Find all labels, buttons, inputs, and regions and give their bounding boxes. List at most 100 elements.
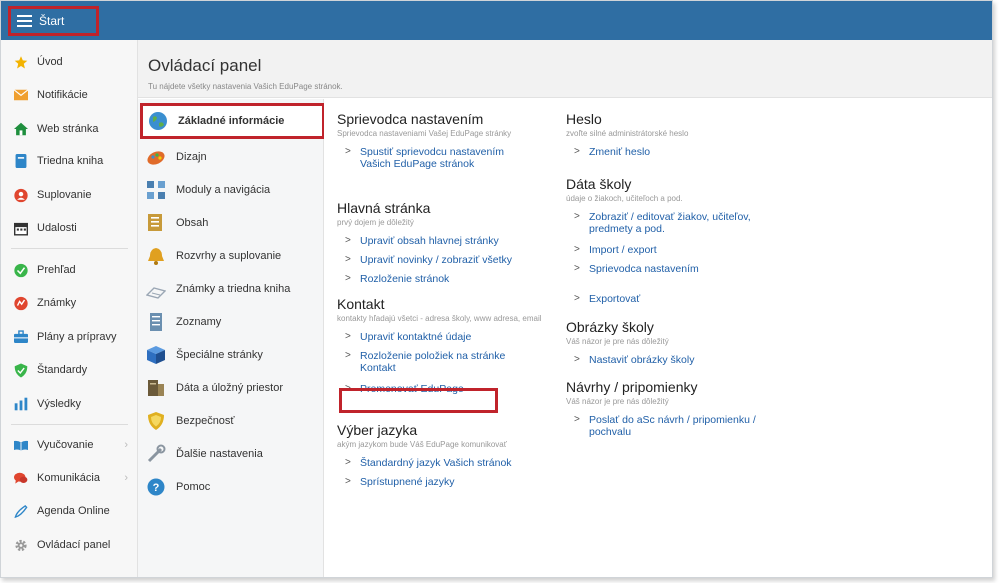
category-znamky-a-triedna-kniha[interactable]: Známky a triedna kniha: [141, 273, 323, 305]
section-description: kontakty hľadajú všetci - adresa školy, …: [337, 314, 542, 323]
category-zoznamy[interactable]: Zoznamy: [141, 306, 323, 338]
category-zakladne-informacie[interactable]: Základné informácie: [140, 103, 325, 139]
chevron-right-icon: >: [345, 146, 351, 157]
hamburger-icon: [17, 15, 32, 27]
content-icon: [146, 213, 166, 233]
chevron-right-icon: >: [345, 331, 351, 342]
sidebar-item-suplovanie[interactable]: Suplovanie: [1, 180, 137, 210]
category-moduly-a-navigacia[interactable]: Moduly a navigácia: [141, 174, 323, 206]
chevron-right-icon: >: [574, 211, 580, 222]
page-subtitle: Tu nájdete všetky nastavenia Vašich EduP…: [148, 82, 343, 91]
chevron-right-icon: ›: [124, 472, 128, 484]
section-description: prvý dojem je dôležitý: [337, 218, 414, 227]
sidebar-item-vysledky[interactable]: Výsledky: [1, 389, 137, 419]
link-import-export[interactable]: > Import / export: [566, 244, 781, 256]
section-navrhy-pripomienky: Návrhy / pripomienky Váš názor je pre ná…: [566, 379, 791, 438]
bar-chart-icon: [14, 397, 28, 411]
sidebar-item-triedna-kniha[interactable]: Triedna kniha: [1, 146, 137, 176]
list-icon: [146, 312, 166, 332]
envelope-icon: [14, 88, 28, 102]
tools-icon: [146, 444, 166, 464]
sidebar-item-agenda-online[interactable]: Agenda Online: [1, 496, 137, 526]
notebook-icon: [145, 279, 167, 299]
sidebar-item-udalosti[interactable]: Udalosti: [1, 213, 137, 243]
link-upravit-obsah[interactable]: > Upraviť obsah hlavnej stránky: [337, 235, 547, 247]
link-spustit-sprievodcu[interactable]: > Spustiť sprievodcu nastavením Vašich Ed…: [337, 146, 537, 170]
section-title: Dáta školy: [566, 176, 632, 192]
section-title: Sprievodca nastavením: [337, 111, 484, 127]
link-nastavit-obrazky[interactable]: > Nastaviť obrázky školy: [566, 354, 796, 366]
category-rozvrhy-a-suplovanie[interactable]: Rozvrhy a suplovanie: [141, 240, 323, 272]
sidebar-item-znamky[interactable]: Známky: [1, 288, 137, 318]
link-spristupnene-jazyky[interactable]: > Sprístupnené jazyky: [337, 476, 542, 488]
chevron-right-icon: >: [345, 350, 351, 361]
sidebar-item-notifikacie[interactable]: Notifikácie: [1, 80, 137, 110]
open-book-icon: [14, 438, 28, 452]
start-menu-button[interactable]: Štart: [8, 6, 99, 36]
sidebar-item-web-stranka[interactable]: Web stránka: [1, 114, 137, 144]
section-heslo: Heslo zvoľte silné administrátorské hesl…: [566, 111, 796, 158]
sidebar-item-uvod[interactable]: Úvod: [1, 47, 137, 77]
chevron-right-icon: >: [345, 273, 351, 284]
chat-icon: [14, 471, 28, 485]
calendar-icon: [14, 221, 28, 235]
section-description: Sprievodca nastaveniami Vašej EduPage st…: [337, 129, 512, 138]
gear-icon: [14, 538, 28, 552]
section-vyber-jazyka: Výber jazyka akým jazykom bude Váš EduPa…: [337, 422, 542, 488]
help-icon: ?: [146, 477, 166, 497]
category-bezpecnost[interactable]: Bezpečnosť: [141, 405, 323, 437]
modules-icon: [146, 180, 166, 200]
star-icon: [14, 55, 28, 69]
section-description: zvoľte silné administrátorské heslo: [566, 129, 689, 138]
book-icon: [14, 154, 28, 168]
pen-icon: [14, 504, 28, 518]
link-zobrazit-editovat[interactable]: > Zobraziť / editovať žiakov, učiteľov, p…: [566, 211, 781, 235]
start-label: Štart: [39, 14, 65, 28]
sidebar-item-plany-a-pripravy[interactable]: Plány a prípravy: [1, 322, 137, 352]
link-upravit-novinky[interactable]: > Upraviť novinky / zobraziť všetky: [337, 254, 547, 266]
link-rozlozenie-poloziek[interactable]: > Rozloženie položiek na stránke Kontakt: [337, 350, 542, 374]
sidebar-item-komunikacia[interactable]: Komunikácia ›: [1, 463, 137, 493]
link-sprievodca-nastavenim[interactable]: > Sprievodca nastavením: [566, 263, 781, 275]
chevron-right-icon: >: [345, 235, 351, 246]
app-window: Štart Úvod Notifikácie Web stránka Tried…: [0, 0, 993, 578]
chevron-right-icon: >: [574, 354, 580, 365]
sidebar-item-prehlad[interactable]: Prehľad: [1, 255, 137, 285]
link-rozlozenie-stranok[interactable]: > Rozloženie stránok: [337, 273, 547, 285]
globe-icon: [148, 111, 168, 131]
highlight-premenovat-edupage: [339, 388, 498, 413]
link-standardny-jazyk[interactable]: > Štandardný jazyk Vašich stránok: [337, 457, 542, 469]
sidebar-item-ovladaci-panel[interactable]: Ovládací panel: [1, 530, 137, 560]
section-description: údaje o žiakoch, učiteľoch a pod.: [566, 194, 683, 203]
section-data-skoly: Dáta školy údaje o žiakoch, učiteľoch a …: [566, 176, 781, 305]
chevron-right-icon: >: [574, 244, 580, 255]
link-exportovat[interactable]: > Exportovať: [566, 293, 781, 305]
briefcase-icon: [14, 330, 28, 344]
sidebar-item-standardy[interactable]: Štandardy: [1, 355, 137, 385]
link-zmenit-heslo[interactable]: > Zmeniť heslo: [566, 146, 796, 158]
section-hlavna-stranka: Hlavná stránka prvý dojem je dôležitý > U…: [337, 200, 547, 285]
link-upravit-kontaktne-udaje[interactable]: > Upraviť kontaktné údaje: [337, 331, 542, 343]
section-title: Výber jazyka: [337, 422, 418, 438]
category-specialne-stranky[interactable]: Špeciálne stránky: [141, 339, 323, 371]
category-pomoc[interactable]: ? Pomoc: [141, 471, 323, 503]
category-data-a-ulozny-priestor[interactable]: Dáta a úložný priestor: [141, 372, 323, 404]
page-title: Ovládací panel: [148, 56, 262, 75]
chevron-right-icon: >: [345, 476, 351, 487]
shield-icon: [146, 411, 166, 431]
section-description: Váš názor je pre nás dôležitý: [566, 397, 669, 406]
section-title: Návrhy / pripomienky: [566, 379, 698, 395]
home-icon: [14, 122, 28, 136]
category-dalsie-nastavenia[interactable]: Ďalšie nastavenia: [141, 438, 323, 470]
sidebar-item-vyucovanie[interactable]: Vyučovanie ›: [1, 430, 137, 460]
link-poslat-navrh[interactable]: > Poslať do aSc návrh / pripomienku / poc…: [566, 414, 791, 438]
chevron-right-icon: ›: [124, 439, 128, 451]
category-dizajn[interactable]: Dizajn: [141, 141, 323, 173]
category-obsah[interactable]: Obsah: [141, 207, 323, 239]
chevron-right-icon: >: [574, 414, 580, 425]
category-list: Základné informácie Dizajn Moduly a navi…: [138, 99, 325, 577]
bell-icon: [146, 246, 166, 266]
chevron-right-icon: >: [345, 254, 351, 265]
section-title: Obrázky školy: [566, 319, 654, 335]
section-sprievodca: Sprievodca nastavením Sprievodca nastave…: [337, 111, 537, 170]
